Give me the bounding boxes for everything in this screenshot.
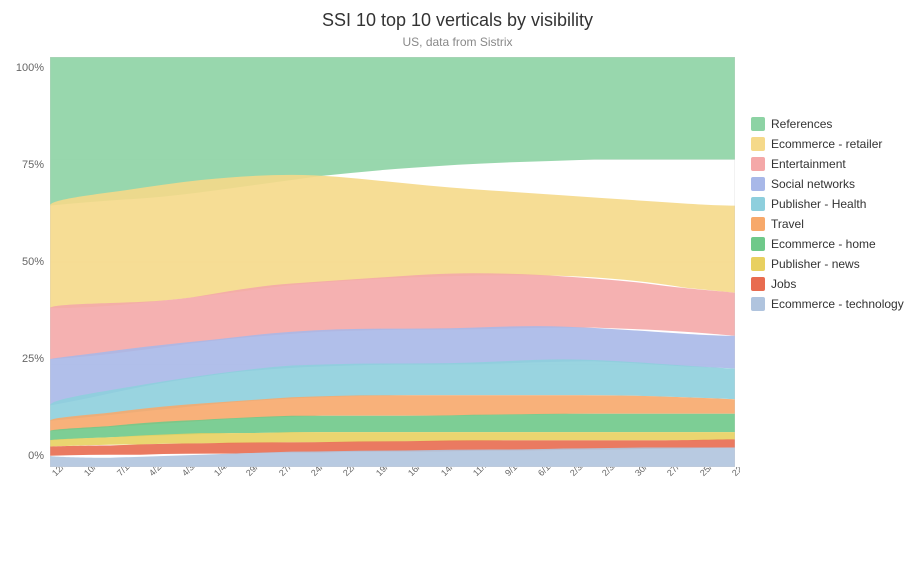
x-axis-label: 2/3/2024 [568, 467, 600, 478]
legend-color-swatch [751, 217, 765, 231]
legend-label: Social networks [771, 177, 855, 191]
legend-item: Travel [751, 217, 915, 231]
x-axis-label: 11/11/2023 [471, 467, 509, 478]
legend-item: Entertainment [751, 157, 915, 171]
x-axis-label: 4/3/2023 [180, 467, 212, 478]
y-label-100: 100% [16, 62, 44, 74]
y-label-0: 0% [28, 450, 44, 462]
legend-label: Publisher - news [771, 257, 860, 271]
legend-item: Publisher - Health [751, 197, 915, 211]
x-axis-label: 7/1/2023 [115, 467, 147, 478]
x-axis: 12/11/202210/12/20227/1/20234/2/20234/3/… [50, 467, 740, 537]
legend-label: Publisher - Health [771, 197, 866, 211]
legend-label: Entertainment [771, 157, 846, 171]
chart-svg [50, 57, 735, 467]
legend-color-swatch [751, 237, 765, 251]
legend-item: Publisher - news [751, 257, 915, 271]
y-label-75: 75% [22, 159, 44, 171]
x-axis-label: 22/06/2024 [730, 467, 740, 478]
legend-item: Ecommerce - home [751, 237, 915, 251]
legend-color-swatch [751, 177, 765, 191]
x-axis-label: 1/4/2023 [212, 467, 244, 478]
x-axis-label: 27/04/2024 [665, 467, 704, 478]
x-axis-label: 9/12/2023 [503, 467, 538, 478]
legend-label: Travel [771, 217, 804, 231]
legend-item: References [751, 117, 915, 131]
plot-and-legend: References Ecommerce - retailer Entertai… [50, 57, 915, 467]
legend-color-swatch [751, 277, 765, 291]
x-axis-label: 16/9/2023 [406, 467, 441, 478]
chart-subtitle: US, data from Sistrix [0, 35, 915, 49]
y-label-50: 50% [22, 256, 44, 268]
legend-item: Jobs [751, 277, 915, 291]
chart-container: SSI 10 top 10 verticals by visibility US… [0, 0, 915, 566]
legend-color-swatch [751, 157, 765, 171]
plot-wrapper [50, 57, 735, 467]
legend-label: Ecommerce - retailer [771, 137, 882, 151]
legend-color-swatch [751, 117, 765, 131]
legend-color-swatch [751, 137, 765, 151]
legend-item: Ecommerce - technology [751, 297, 915, 311]
x-axis-label: 6/1/2024 [536, 467, 568, 478]
legend: References Ecommerce - retailer Entertai… [735, 57, 915, 467]
legend-color-swatch [751, 197, 765, 211]
legend-label: Ecommerce - home [771, 237, 876, 251]
y-axis: 100% 75% 50% 25% 0% [10, 62, 50, 462]
x-axis-label: 4/2/2023 [147, 467, 179, 478]
chart-title: SSI 10 top 10 verticals by visibility [0, 10, 915, 31]
x-axis-label: 25/5/2024 [698, 467, 733, 478]
legend-label: Jobs [771, 277, 796, 291]
legend-item: Ecommerce - retailer [751, 137, 915, 151]
legend-color-swatch [751, 297, 765, 311]
legend-label: Ecommerce - technology [771, 297, 904, 311]
legend-color-swatch [751, 257, 765, 271]
legend-label: References [771, 117, 832, 131]
y-label-25: 25% [22, 353, 44, 365]
legend-item: Social networks [751, 177, 915, 191]
x-axis-label: 2/3/2024 [600, 467, 632, 478]
